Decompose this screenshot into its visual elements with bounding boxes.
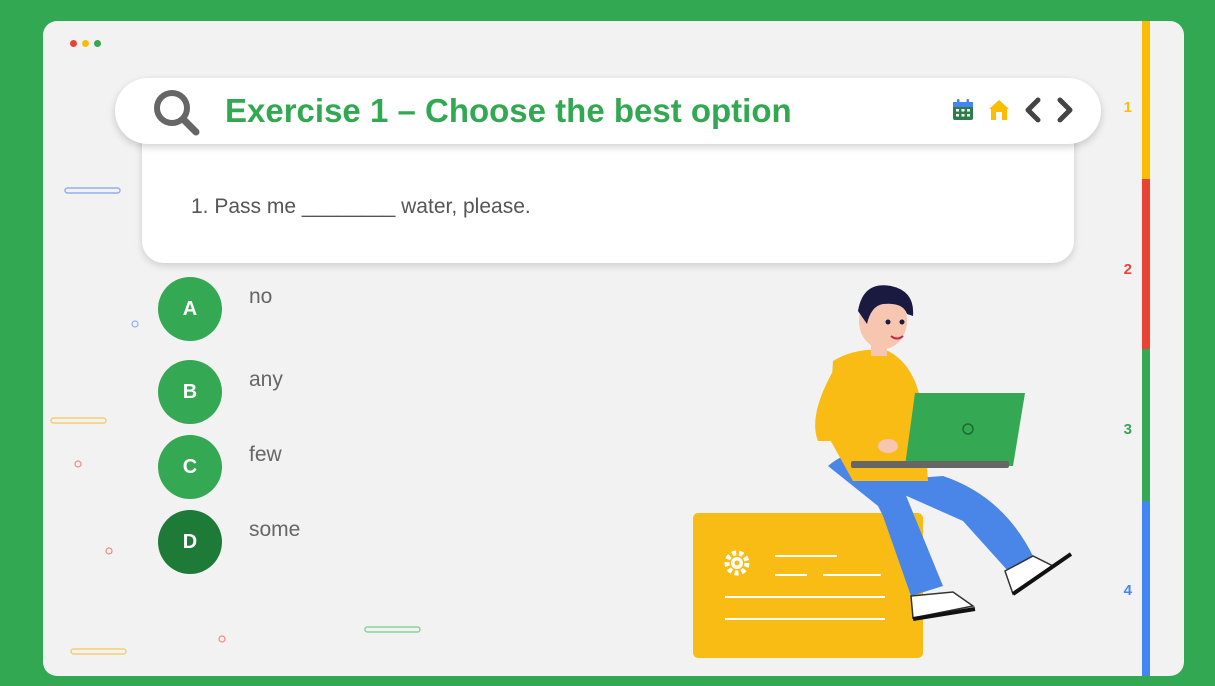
chevron-right-icon[interactable] <box>1055 97 1075 128</box>
step-label-1[interactable]: 1 <box>1124 99 1132 116</box>
question-card: 1. Pass me ________ water, please. <box>142 131 1074 263</box>
option-c[interactable]: C few <box>158 434 282 500</box>
option-a[interactable]: A no <box>158 276 272 342</box>
page-title: Exercise 1 – Choose the best option <box>225 92 792 129</box>
student-laptop-illustration <box>693 285 1073 658</box>
step-label-4[interactable]: 4 <box>1124 582 1132 599</box>
progress-segment-2[interactable] <box>1142 179 1150 349</box>
chevron-left-icon[interactable] <box>1023 97 1043 128</box>
option-badge[interactable]: D <box>158 510 222 574</box>
option-label[interactable]: no <box>249 285 272 309</box>
progress-segment-3[interactable] <box>1142 349 1150 501</box>
option-badge[interactable]: B <box>158 360 222 424</box>
option-badge[interactable]: A <box>158 277 222 341</box>
home-icon[interactable] <box>987 98 1011 127</box>
calendar-icon[interactable] <box>951 98 975 127</box>
progress-segment-1[interactable] <box>1142 21 1150 179</box>
option-label[interactable]: any <box>249 368 283 392</box>
option-badge[interactable]: C <box>158 435 222 499</box>
option-label[interactable]: some <box>249 518 300 542</box>
option-b[interactable]: B any <box>158 359 283 425</box>
app-window: 1 2 3 4 Exercise 1 – Choose the best opt… <box>43 21 1184 676</box>
progress-sidebar <box>1142 21 1150 676</box>
header-bar: Exercise 1 – Choose the best option <box>115 78 1101 144</box>
question-text: 1. Pass me ________ water, please. <box>191 195 531 218</box>
search-icon[interactable] <box>151 87 207 144</box>
option-label[interactable]: few <box>249 443 282 467</box>
progress-segment-4[interactable] <box>1142 501 1150 676</box>
step-label-2[interactable]: 2 <box>1124 261 1132 278</box>
option-d[interactable]: D some <box>158 509 300 575</box>
step-label-3[interactable]: 3 <box>1124 421 1132 438</box>
header-toolbar <box>951 97 1075 128</box>
